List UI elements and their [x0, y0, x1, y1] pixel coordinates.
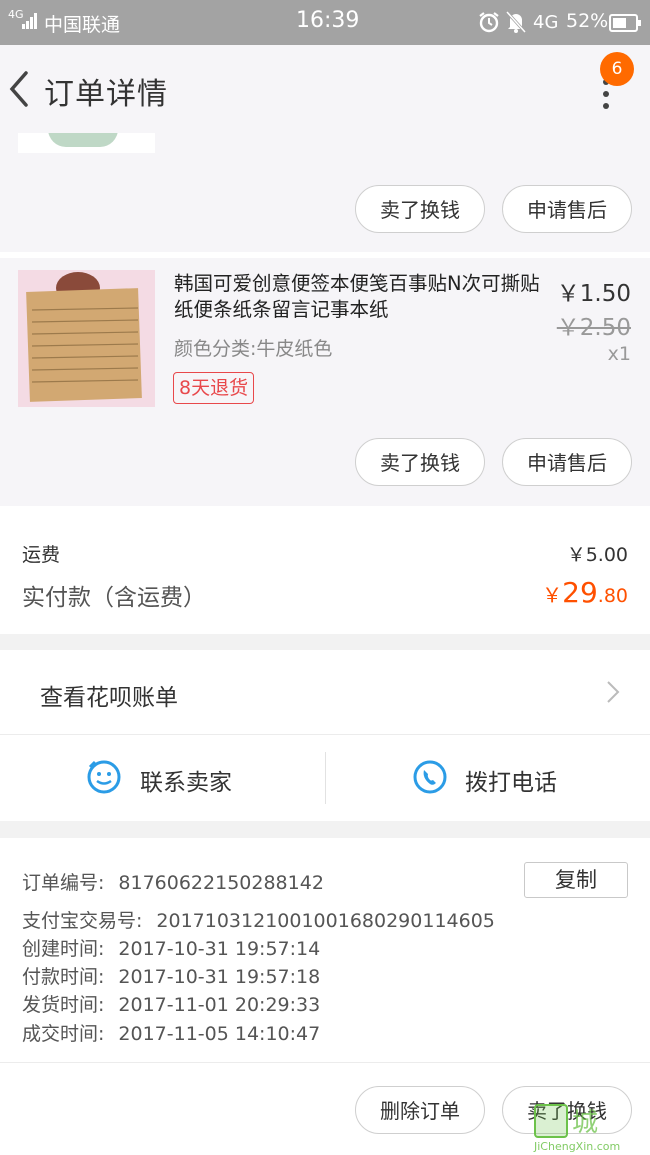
paid-decimal: .80 — [597, 585, 628, 607]
completed-time-value: 2017-11-05 14:10:47 — [118, 1023, 321, 1045]
sell-for-cash-button-2[interactable]: 卖了换钱 — [355, 438, 485, 486]
call-phone-button[interactable]: 拨打电话 — [326, 735, 650, 821]
product-sku: 颜色分类:牛皮纸色 — [174, 338, 333, 360]
section-gap — [0, 634, 650, 650]
paid-time-label: 付款时间: — [22, 966, 105, 988]
shipped-time-value: 2017-11-01 20:29:33 — [118, 994, 321, 1016]
clock: 16:39 — [296, 8, 360, 33]
section-gap — [0, 821, 650, 838]
product-title[interactable]: 韩国可爱创意便签本便笺百事贴N次可撕贴纸便条纸条留言记事本纸 — [174, 271, 544, 323]
order-number-value: 81760622150288142 — [118, 872, 324, 894]
contact-seller-button[interactable]: 联系卖家 — [0, 735, 325, 821]
huabei-bill-row[interactable]: 查看花呗账单 — [0, 650, 650, 734]
chat-smile-icon — [86, 759, 122, 799]
notification-badge: 6 — [600, 52, 634, 86]
paid-amount: ￥29.80 — [542, 576, 628, 609]
delete-order-button[interactable]: 删除订单 — [355, 1086, 485, 1134]
after-sale-button-2[interactable]: 申请售后 — [502, 438, 632, 486]
watermark-logo: 城 JiChengXin.com — [532, 1100, 650, 1155]
page-title: 订单详情 — [44, 77, 168, 112]
mute-icon — [505, 10, 527, 38]
product-price: ￥1.50 — [556, 281, 631, 307]
alipay-number-label: 支付宝交易号: — [22, 910, 143, 932]
watermark-url: JiChengXin.com — [534, 1140, 621, 1153]
sell-for-cash-button-1[interactable]: 卖了换钱 — [355, 185, 485, 233]
created-time-label: 创建时间: — [22, 938, 105, 960]
paid-time-row: 付款时间: 2017-10-31 19:57:18 — [22, 962, 320, 989]
shipping-label: 运费 — [22, 544, 61, 566]
watermark-title: 城 — [572, 1108, 599, 1138]
alipay-number-value: 2017103121001001680290114605 — [156, 910, 495, 932]
battery-percent: 52% — [566, 10, 609, 32]
completed-time-row: 成交时间: 2017-11-05 14:10:47 — [22, 1019, 320, 1046]
signal-icon — [22, 12, 38, 34]
paid-label: 实付款（含运费） — [22, 585, 206, 611]
product-quantity: x1 — [607, 343, 631, 365]
product-thumbnail-2[interactable] — [18, 270, 155, 407]
phone-icon — [412, 759, 448, 799]
completed-time-label: 成交时间: — [22, 1023, 105, 1045]
order-number-row: 订单编号: 81760622150288142 — [22, 868, 324, 895]
chevron-right-icon — [606, 680, 620, 708]
after-sale-button-1[interactable]: 申请售后 — [502, 185, 632, 233]
call-phone-label: 拨打电话 — [465, 770, 557, 796]
huabei-bill-label: 查看花呗账单 — [40, 685, 178, 711]
shipped-time-label: 发货时间: — [22, 994, 105, 1016]
shipped-time-row: 发货时间: 2017-11-01 20:29:33 — [22, 990, 320, 1017]
title-bar: 订单详情 — [0, 45, 650, 133]
return-policy-tag: 8天退货 — [173, 372, 255, 404]
product-thumbnail-1 — [18, 133, 155, 153]
paid-currency: ￥ — [542, 583, 563, 607]
divider — [0, 1062, 650, 1063]
carrier-label: 中国联通 — [44, 14, 121, 36]
shipping-value: ￥5.00 — [566, 544, 628, 566]
created-time-row: 创建时间: 2017-10-31 19:57:14 — [22, 934, 320, 961]
battery-icon — [609, 14, 641, 37]
paid-time-value: 2017-10-31 19:57:18 — [118, 966, 321, 988]
alarm-icon — [478, 11, 500, 38]
original-price: ￥2.50 — [556, 315, 631, 341]
contact-seller-label: 联系卖家 — [140, 770, 232, 796]
watermark-mark-icon — [534, 1104, 568, 1138]
copy-button[interactable]: 复制 — [524, 862, 628, 898]
paid-integer: 29 — [562, 576, 598, 609]
order-number-label: 订单编号: — [22, 872, 105, 894]
status-bar: 4G 中国联通 16:39 4G 52% — [0, 0, 650, 45]
back-arrow-icon[interactable] — [6, 69, 32, 109]
net-type-label: 4G — [533, 12, 559, 33]
alipay-number-row: 支付宝交易号: 2017103121001001680290114605 — [22, 906, 495, 933]
created-time-value: 2017-10-31 19:57:14 — [118, 938, 321, 960]
